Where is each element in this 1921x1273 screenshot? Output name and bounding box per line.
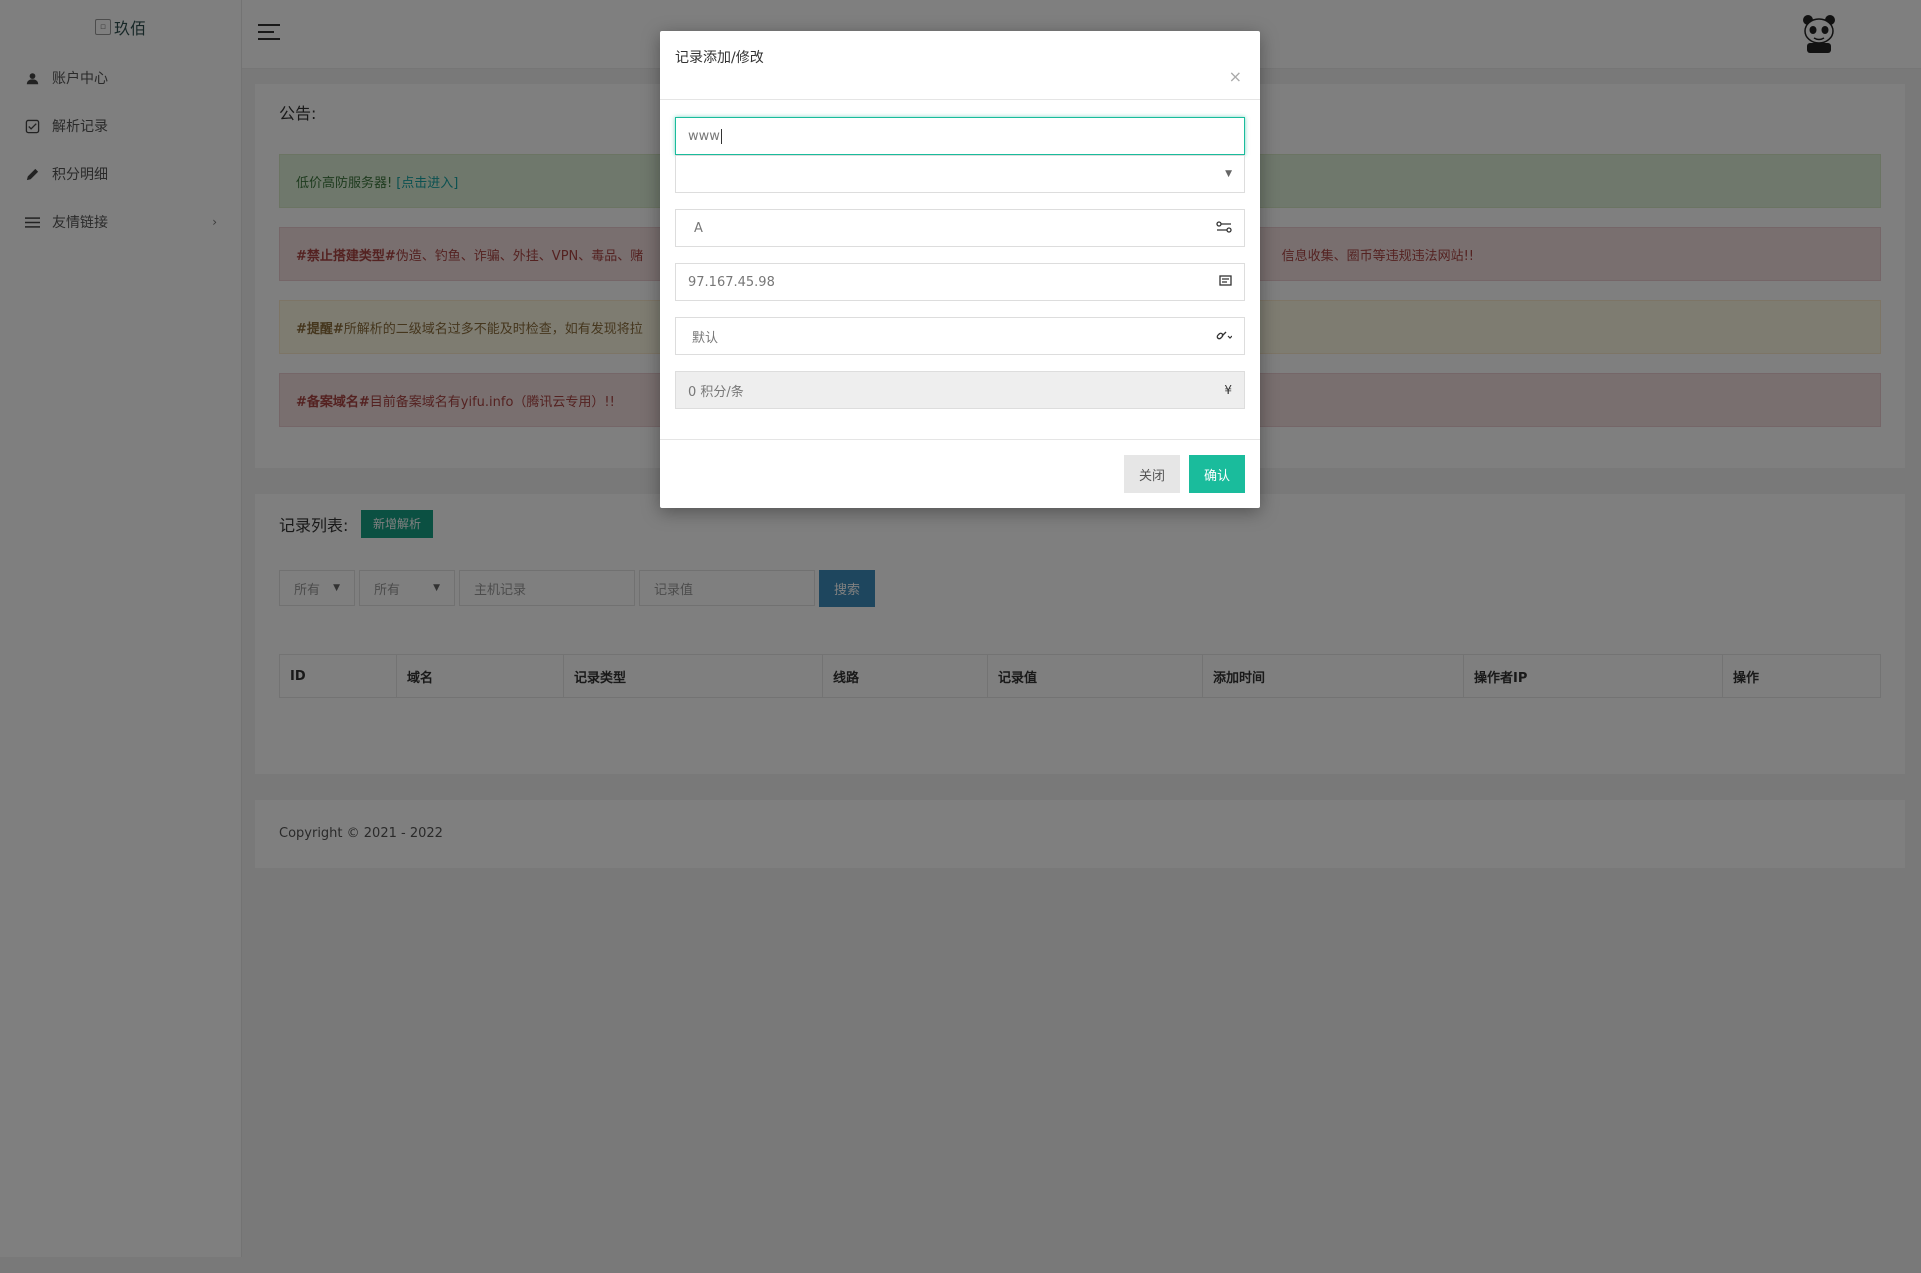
edit-note-icon xyxy=(1219,274,1232,290)
record-type-value: A xyxy=(694,220,703,236)
close-button[interactable]: 关闭 xyxy=(1124,455,1180,493)
record-value-input[interactable]: 97.167.45.98 xyxy=(675,263,1245,301)
cost-display: 0 积分/条 ¥ xyxy=(675,371,1245,409)
record-type-select[interactable]: A xyxy=(675,209,1245,247)
footer-divider xyxy=(660,439,1260,440)
dialog-title: 记录添加/修改 xyxy=(675,50,764,66)
link-icon xyxy=(1216,329,1233,344)
record-value: 97.167.45.98 xyxy=(688,274,775,290)
confirm-button[interactable]: 确认 xyxy=(1189,455,1245,493)
close-icon[interactable]: × xyxy=(1229,67,1242,86)
domain-select[interactable]: ▼ xyxy=(675,155,1245,193)
line-value: 默认 xyxy=(692,330,719,346)
line-select[interactable]: 默认 xyxy=(675,317,1245,355)
header-divider xyxy=(660,99,1260,100)
host-record-value: www xyxy=(688,128,720,144)
record-edit-dialog: 记录添加/修改 × www ▼ A 97.167.45.98 默认 0 积分/条… xyxy=(660,31,1260,508)
yen-icon: ¥ xyxy=(1224,383,1232,397)
host-record-input[interactable]: www xyxy=(675,117,1245,155)
cost-value: 0 积分/条 xyxy=(688,384,744,400)
text-cursor xyxy=(720,128,722,144)
record-type-icon xyxy=(1216,220,1232,236)
caret-down-icon: ▼ xyxy=(1225,169,1232,179)
